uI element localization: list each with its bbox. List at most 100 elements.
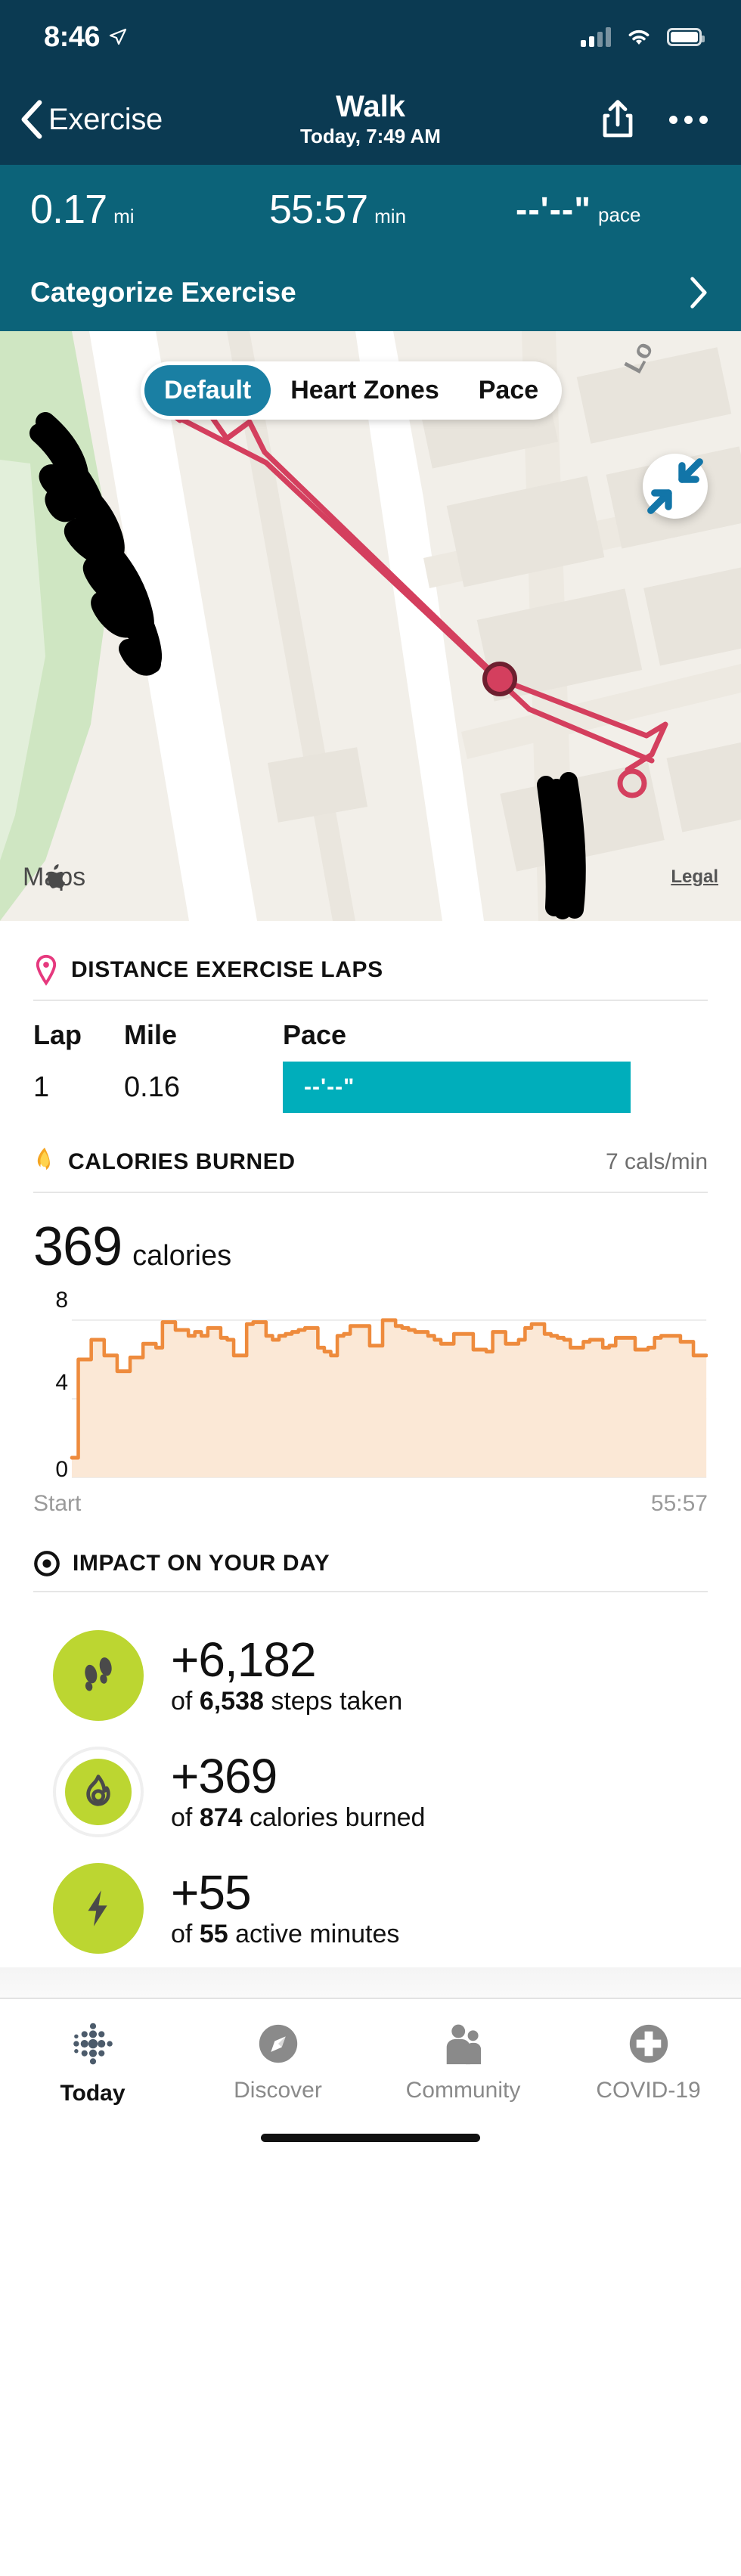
- people-icon: [440, 2020, 487, 2067]
- steps-delta: +6,182: [171, 1635, 402, 1685]
- categorize-exercise-label: Categorize Exercise: [30, 277, 296, 308]
- calories-section-title: CALORIES BURNED: [68, 1149, 296, 1175]
- calories-chart-svg: [33, 1294, 708, 1483]
- calories-sub-prefix: of: [171, 1803, 200, 1832]
- calories-section-header: CALORIES BURNED 7 cals/min: [33, 1113, 708, 1193]
- laps-table-header-row: Lap Mile Pace: [33, 1019, 708, 1051]
- battery-full-icon: [667, 28, 702, 46]
- more-options-icon[interactable]: [669, 116, 708, 124]
- laps-col-pace: Pace: [283, 1019, 708, 1051]
- location-arrow-icon: [109, 28, 127, 46]
- impact-section: IMPACT ON YOUR DAY +6,182: [0, 1517, 741, 1967]
- lap-pace-cell: --'--": [283, 1062, 708, 1113]
- steps-sub: of 6,538 steps taken: [171, 1687, 402, 1716]
- apple-logo-icon: [23, 863, 85, 892]
- compass-icon: [255, 2020, 302, 2067]
- tabbar-separator: [0, 1967, 741, 1998]
- impact-row-active-minutes: +55 of 55 active minutes: [33, 1851, 708, 1967]
- tab-covid-19[interactable]: COVID-19: [556, 2020, 741, 2103]
- status-time: 8:46: [44, 21, 100, 54]
- active-minutes-sub-prefix: of: [171, 1920, 200, 1948]
- calories-total: 369 calories: [33, 1193, 708, 1285]
- active-minutes-sub-suffix: active minutes: [228, 1920, 400, 1948]
- tab-discover-label: Discover: [234, 2078, 322, 2103]
- y-tick-4: 4: [55, 1370, 68, 1396]
- cellular-signal-icon: [581, 27, 611, 47]
- stat-distance: 0.17 mi: [0, 186, 256, 233]
- y-tick-0: 0: [55, 1457, 68, 1483]
- flame-icon: [79, 1773, 117, 1811]
- tab-community-label: Community: [406, 2078, 521, 2103]
- route-map[interactable]: Lo: [0, 331, 741, 921]
- calories-chart-y-axis: 8 4 0: [33, 1294, 68, 1483]
- laps-header-left: DISTANCE EXERCISE LAPS: [33, 954, 383, 986]
- stat-distance-unit: mi: [113, 205, 134, 228]
- status-bar-right: [581, 26, 702, 48]
- active-minutes-sub-value: 55: [200, 1920, 228, 1948]
- steps-text: +6,182 of 6,538 steps taken: [171, 1635, 402, 1716]
- laps-col-mile: Mile: [124, 1019, 283, 1051]
- fitbit-dots-icon: [68, 2020, 118, 2070]
- apple-maps-credit: Maps: [23, 863, 85, 892]
- calories-total-unit: calories: [132, 1240, 231, 1273]
- wifi-icon: [625, 26, 653, 48]
- route-end-marker: [485, 664, 515, 694]
- active-minutes-text: +55 of 55 active minutes: [171, 1868, 399, 1949]
- lap-number: 1: [33, 1071, 124, 1104]
- impact-rows: +6,182 of 6,538 steps taken +369 of 874 …: [33, 1592, 708, 1967]
- stat-distance-value: 0.17: [30, 186, 107, 233]
- map-fullscreen-button[interactable]: [643, 454, 708, 519]
- calories-sub-suffix: calories burned: [243, 1803, 426, 1832]
- stat-duration-value: 55:57: [269, 186, 367, 233]
- calories-impact-text: +369 of 874 calories burned: [171, 1751, 425, 1833]
- tab-discover[interactable]: Discover: [185, 2020, 370, 2103]
- impact-section-header: IMPACT ON YOUR DAY: [33, 1517, 708, 1592]
- target-icon: [33, 1550, 60, 1577]
- stat-pace-value: --'--": [516, 189, 591, 230]
- chevron-right-icon: [688, 276, 708, 309]
- laps-col-lap: Lap: [33, 1019, 124, 1051]
- back-button[interactable]: Exercise: [18, 98, 163, 141]
- map-mode-heart-zones[interactable]: Heart Zones: [271, 365, 459, 416]
- calories-badge: [53, 1747, 144, 1837]
- laps-section-header: DISTANCE EXERCISE LAPS: [33, 921, 708, 1001]
- status-bar-left: 8:46: [44, 21, 127, 54]
- laps-section-title: DISTANCE EXERCISE LAPS: [71, 957, 383, 983]
- tab-today[interactable]: Today: [0, 2020, 185, 2106]
- impact-header-left: IMPACT ON YOUR DAY: [33, 1550, 330, 1577]
- tab-covid-label: COVID-19: [596, 2078, 700, 2103]
- calories-delta: +369: [171, 1751, 425, 1802]
- impact-section-title: IMPACT ON YOUR DAY: [73, 1551, 330, 1576]
- calories-badge-inner: [65, 1759, 132, 1825]
- flame-icon: [33, 1146, 56, 1178]
- navigation-bar: Exercise Walk Today, 7:49 AM: [0, 74, 741, 165]
- calories-header-left: CALORIES BURNED: [33, 1146, 296, 1178]
- map-legal-link[interactable]: Legal: [671, 866, 718, 888]
- calories-sub: of 874 calories burned: [171, 1803, 425, 1833]
- bottom-tab-bar: Today Discover Community: [0, 1998, 741, 2114]
- impact-row-steps: +6,182 of 6,538 steps taken: [33, 1618, 708, 1734]
- map-mode-default[interactable]: Default: [144, 365, 271, 416]
- stat-duration-unit: min: [374, 205, 406, 228]
- steps-sub-prefix: of: [171, 1687, 200, 1716]
- summary-stats-bar: 0.17 mi 55:57 min --'--" pace: [0, 165, 741, 254]
- nav-actions: [601, 98, 708, 141]
- chart-end-label: 55:57: [651, 1491, 708, 1517]
- map-mode-pace[interactable]: Pace: [459, 365, 558, 416]
- calories-sub-value: 874: [200, 1803, 243, 1832]
- map-canvas: Lo: [0, 331, 741, 921]
- active-minutes-sub: of 55 active minutes: [171, 1920, 399, 1949]
- back-button-label: Exercise: [48, 103, 163, 137]
- categorize-exercise-row[interactable]: Categorize Exercise: [0, 254, 741, 331]
- map-mode-segmented-control[interactable]: Default Heart Zones Pace: [141, 361, 562, 420]
- share-icon[interactable]: [601, 98, 634, 141]
- table-row: 1 0.16 --'--": [33, 1062, 708, 1113]
- collapse-arrows-icon: [643, 454, 708, 519]
- tab-community[interactable]: Community: [370, 2020, 556, 2103]
- lap-mile: 0.16: [124, 1071, 283, 1104]
- home-indicator: [261, 2134, 480, 2142]
- impact-row-calories: +369 of 874 calories burned: [33, 1734, 708, 1851]
- steps-badge: [53, 1630, 144, 1721]
- laps-section: DISTANCE EXERCISE LAPS Lap Mile Pace 1 0…: [0, 921, 741, 1113]
- calories-section: CALORIES BURNED 7 cals/min 369 calories …: [0, 1113, 741, 1517]
